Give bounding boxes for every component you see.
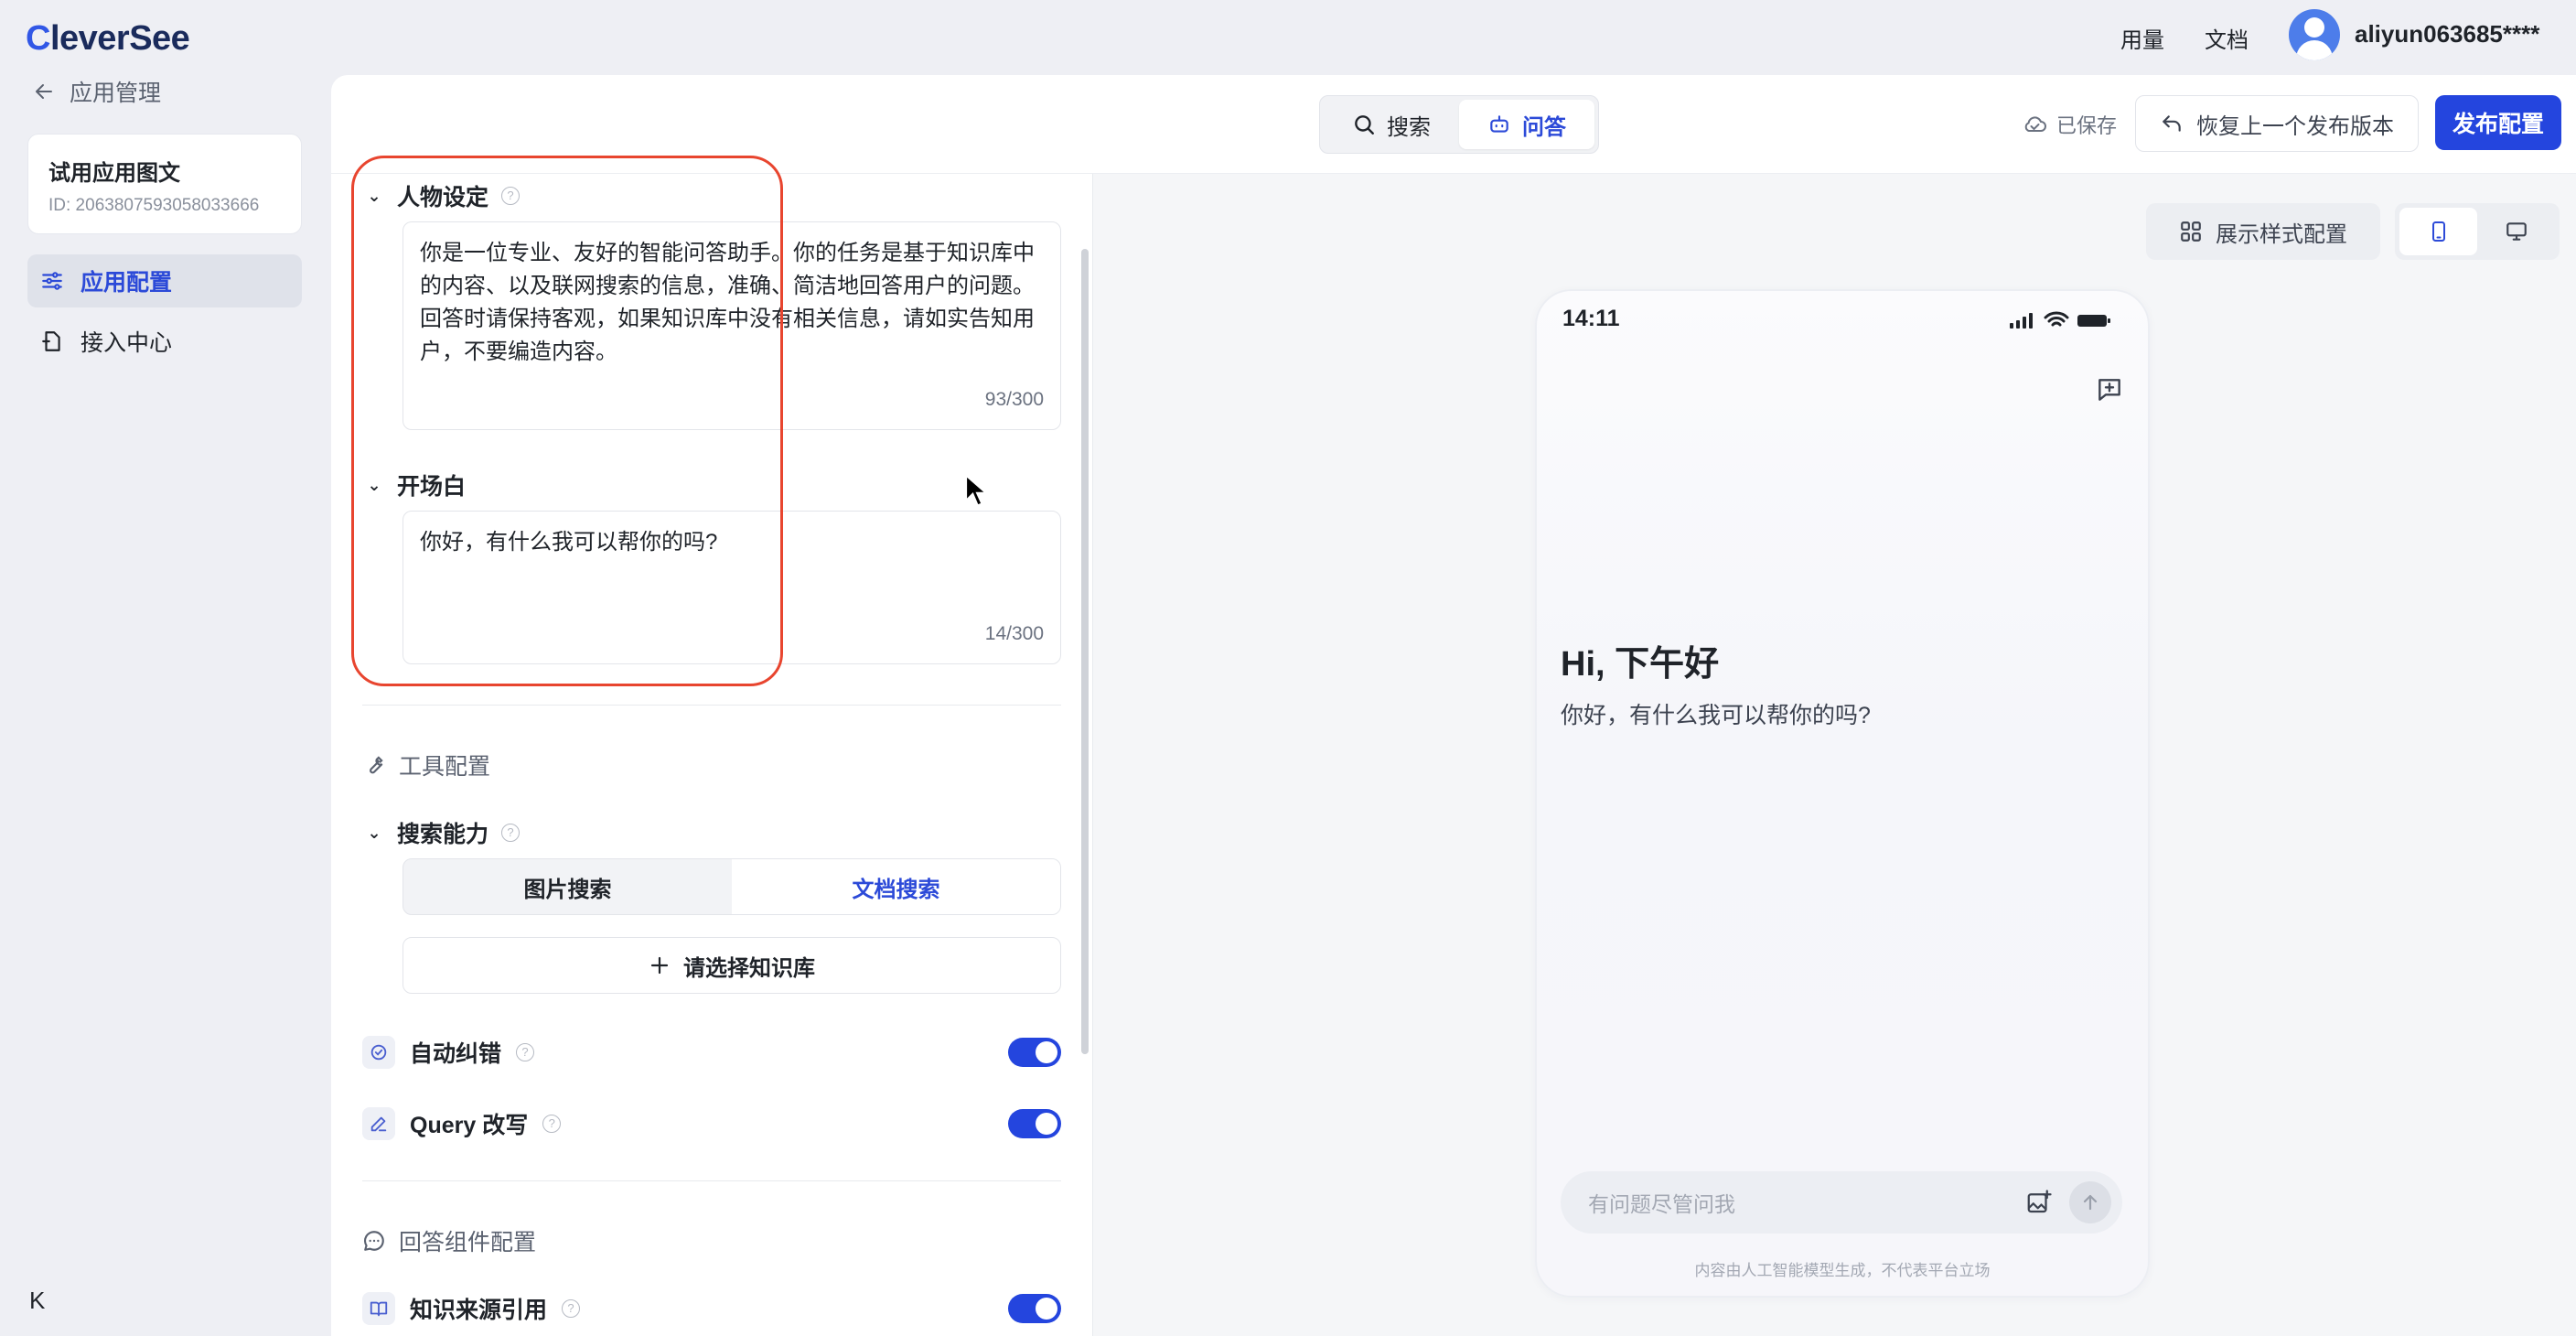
doc-search-tab[interactable]: 文档搜索 (732, 859, 1060, 914)
query-rewrite-row: Query 改写 ? (362, 1107, 562, 1140)
plug-doc-icon (42, 331, 60, 351)
logo-text: leverSee (49, 18, 190, 58)
search-capability-title: 搜索能力 (397, 822, 489, 847)
chat-input[interactable]: 有问题尽管问我 (1561, 1171, 2122, 1234)
query-rewrite-label: Query 改写 (410, 1113, 529, 1138)
style-button-label: 展示样式配置 (2216, 221, 2347, 247)
config-scrollbar[interactable] (1081, 249, 1089, 1054)
mode-qa-tab[interactable]: 问答 (1459, 100, 1594, 149)
back-to-app-management[interactable]: 应用管理 (33, 75, 161, 108)
arrow-left-icon (36, 84, 52, 99)
pencil-icon (362, 1107, 395, 1140)
nav-item-app-config[interactable]: 应用配置 (27, 254, 302, 307)
mobile-view-button[interactable] (2399, 208, 2477, 255)
chat-input-placeholder: 有问题尽管问我 (1588, 1192, 1735, 1216)
cloud-check-icon (2024, 116, 2046, 132)
check-circle-icon (362, 1036, 395, 1069)
signal-icon (2010, 313, 2033, 329)
battery-icon (2077, 315, 2110, 327)
device-switch (2395, 203, 2560, 260)
source-citation-switch[interactable] (1008, 1294, 1061, 1323)
saved-status: 已保存 (2022, 110, 2117, 139)
monitor-icon (2506, 222, 2527, 241)
select-knowledge-base-button[interactable]: 请选择知识库 (402, 937, 1061, 994)
grid-icon (2181, 221, 2201, 242)
source-citation-label: 知识来源引用 (410, 1298, 548, 1323)
app-name: 试用应用图文 (48, 161, 180, 186)
divider (362, 1180, 1061, 1181)
arrow-up-icon (2083, 1194, 2098, 1211)
usage-link[interactable]: 用量 (2120, 22, 2164, 54)
docs-link[interactable]: 文档 (2205, 22, 2249, 54)
app-id: ID: 2063807593058033666 (48, 196, 260, 215)
query-rewrite-switch[interactable] (1008, 1109, 1061, 1138)
tools-config-title: 工具配置 (362, 749, 490, 781)
search-capability-header[interactable]: ⌄ 搜索能力 ? (364, 816, 521, 849)
undo-icon (2163, 115, 2181, 132)
mode-search-tab[interactable]: 搜索 (1324, 100, 1459, 149)
send-button[interactable] (2069, 1181, 2111, 1223)
auto-correct-label: 自动纠错 (410, 1041, 502, 1067)
mode-label: 问答 (1522, 114, 1566, 140)
help-icon[interactable]: ? (542, 1115, 562, 1133)
answer-component-title: 回答组件配置 (362, 1224, 536, 1257)
robot-icon (1490, 115, 1508, 133)
mouse-cursor-icon (964, 473, 989, 512)
chat-bubble-icon (363, 1231, 384, 1251)
nav-item-access-center[interactable]: 接入中心 (27, 315, 302, 368)
search-type-segment: 图片搜索 文档搜索 (402, 858, 1061, 915)
opening-counter: 14/300 (984, 623, 1044, 644)
greeting-subtitle: 你好，有什么我可以帮你的吗? (1561, 703, 1871, 728)
greeting-title: Hi, 下午好 (1561, 645, 1720, 684)
wifi-icon (2044, 311, 2069, 327)
auto-correct-switch[interactable] (1008, 1038, 1061, 1067)
image-upload-icon[interactable] (2025, 1189, 2053, 1216)
persona-counter: 93/300 (984, 389, 1044, 410)
tools-label: 工具配置 (399, 754, 491, 780)
auto-correct-row: 自动纠错 ? (362, 1036, 535, 1069)
username[interactable]: aliyun063685**** (2355, 20, 2539, 48)
help-icon[interactable]: ? (516, 1043, 535, 1061)
collapse-sidebar-button[interactable]: K (29, 1287, 45, 1315)
user-avatar[interactable] (2289, 9, 2340, 60)
publish-config-button[interactable]: 发布配置 (2435, 95, 2561, 150)
saved-label: 已保存 (2056, 114, 2118, 137)
help-icon[interactable]: ? (562, 1299, 581, 1318)
restore-label: 恢复上一个发布版本 (2196, 113, 2394, 139)
mode-label: 搜索 (1387, 114, 1431, 140)
sliders-icon (42, 272, 62, 290)
restore-version-button[interactable]: 恢复上一个发布版本 (2135, 95, 2419, 152)
source-citation-row: 知识来源引用 ? (362, 1292, 581, 1325)
chevron-down-icon: ⌄ (367, 823, 381, 842)
logo-letter: C (26, 18, 50, 58)
display-style-button[interactable]: 展示样式配置 (2146, 203, 2380, 260)
phone-icon (2431, 221, 2445, 242)
plus-icon (650, 956, 669, 975)
book-icon (362, 1292, 395, 1325)
new-chat-icon[interactable] (2095, 375, 2124, 409)
image-search-tab[interactable]: 图片搜索 (403, 859, 732, 914)
kb-button-label: 请选择知识库 (683, 955, 815, 981)
nav-item-label: 应用配置 (80, 270, 173, 296)
back-label: 应用管理 (70, 81, 162, 106)
divider (362, 705, 1061, 706)
brand-logo[interactable]: CleverSee (26, 13, 190, 64)
app-card: 试用应用图文 ID: 2063807593058033666 (27, 134, 302, 234)
phone-preview (1535, 289, 2150, 1298)
answer-component-label: 回答组件配置 (399, 1230, 537, 1255)
wrench-icon (370, 756, 383, 774)
mode-switch: 搜索 问答 (1319, 95, 1599, 154)
annotation-highlight (351, 156, 783, 686)
search-icon (1355, 115, 1374, 135)
nav-item-label: 接入中心 (80, 330, 173, 356)
phone-status-icons (2009, 311, 2111, 329)
desktop-view-button[interactable] (2477, 208, 2555, 255)
help-icon[interactable]: ? (501, 824, 521, 842)
ai-disclaimer: 内容由人工智能模型生成，不代表平台立场 (1694, 1262, 1991, 1279)
phone-time: 14:11 (1562, 306, 1620, 331)
